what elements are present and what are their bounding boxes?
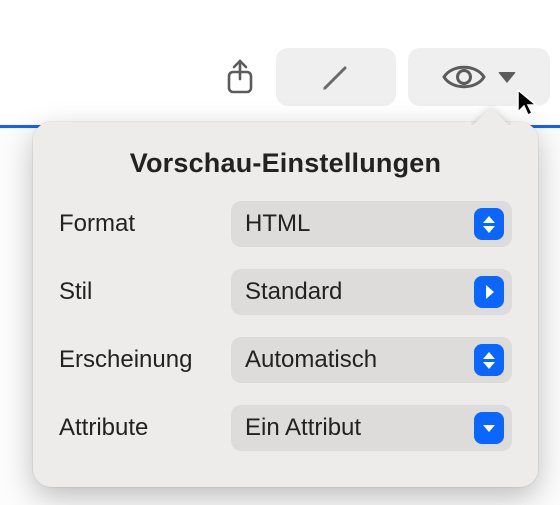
toolbar-right-group (216, 48, 550, 106)
stil-select[interactable]: Standard (231, 269, 512, 315)
stil-value: Standard (245, 278, 474, 306)
erscheinung-value: Automatisch (245, 346, 474, 374)
label-stil: Stil (59, 278, 231, 306)
erscheinung-select[interactable]: Automatisch (231, 337, 512, 383)
row-erscheinung: Erscheinung Automatisch (59, 337, 512, 383)
format-value: HTML (245, 210, 474, 238)
chevron-down-icon (474, 412, 504, 444)
preview-settings-popover: Vorschau-Einstellungen Format HTML Stil … (33, 122, 538, 487)
preview-settings-button[interactable] (408, 48, 550, 106)
popover-arrow (471, 105, 511, 125)
row-format: Format HTML (59, 201, 512, 247)
attribute-value: Ein Attribut (245, 414, 474, 442)
share-button[interactable] (216, 48, 264, 106)
attribute-select[interactable]: Ein Attribut (231, 405, 512, 451)
pencil-icon (319, 60, 353, 94)
edit-button[interactable] (276, 48, 396, 106)
chevron-down-icon (498, 72, 516, 83)
updown-icon (474, 344, 504, 376)
updown-icon (474, 208, 504, 240)
popover-title: Vorschau-Einstellungen (59, 148, 512, 179)
label-format: Format (59, 210, 231, 238)
eye-icon (442, 62, 486, 92)
share-icon (225, 59, 255, 95)
chevron-right-icon (474, 276, 504, 308)
label-erscheinung: Erscheinung (59, 346, 231, 374)
row-stil: Stil Standard (59, 269, 512, 315)
label-attribute: Attribute (59, 414, 231, 442)
row-attribute: Attribute Ein Attribut (59, 405, 512, 451)
format-select[interactable]: HTML (231, 201, 512, 247)
